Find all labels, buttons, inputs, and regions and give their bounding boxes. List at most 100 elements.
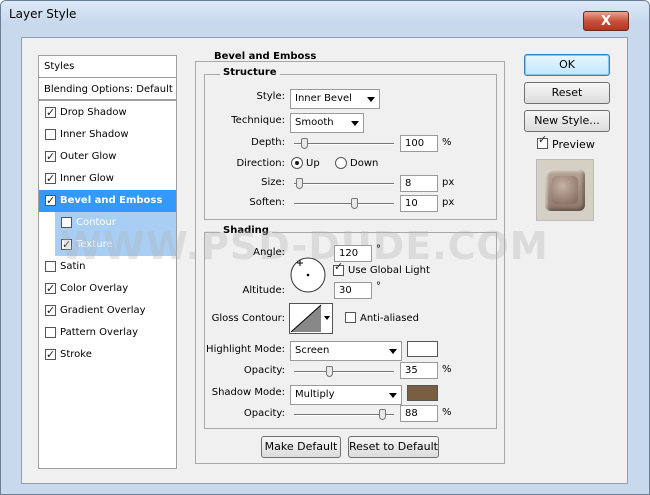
checkbox-icon[interactable] [45,344,56,366]
preview-swatch [545,169,585,211]
use-global-light-label: Use Global Light [348,265,430,276]
ok-button[interactable]: OK [524,54,610,76]
close-button[interactable]: X [583,11,629,31]
preview-checkbox[interactable] [537,133,548,149]
soften-input[interactable]: 10 [400,195,438,212]
style-item-bevel-and-emboss[interactable]: Bevel and Emboss [39,190,176,212]
make-default-button[interactable]: Make Default [261,436,341,458]
anti-aliased-checkbox[interactable] [345,312,356,323]
highlight-mode-select[interactable]: Screen [290,341,402,361]
style-select[interactable]: Inner Bevel [290,89,380,109]
soften-unit: px [442,197,455,208]
angle-unit: ° [376,244,381,255]
style-item-stroke[interactable]: Stroke [39,344,176,366]
gloss-contour-label: Gloss Contour: [211,313,285,324]
highlight-opacity-track[interactable] [294,371,394,373]
shadow-opacity-unit: % [442,407,452,418]
direction-down-radio[interactable] [335,157,347,169]
style-item-label: Inner Shadow [60,129,129,140]
direction-up-radio[interactable] [291,157,303,169]
depth-slider-track[interactable] [294,143,394,145]
highlight-color-swatch[interactable] [407,341,438,357]
checkbox-icon[interactable] [45,168,56,190]
checkbox-icon[interactable] [45,190,56,212]
style-item-color-overlay[interactable]: Color Overlay [39,278,176,300]
style-item-contour[interactable]: Contour [55,212,176,234]
reset-to-default-button[interactable]: Reset to Default [348,436,439,458]
style-item-label: Pattern Overlay [60,327,139,338]
angle-dial-icon[interactable] [289,256,327,294]
highlight-opacity-unit: % [442,364,452,375]
gloss-contour-picker[interactable] [289,303,333,334]
style-item-satin[interactable]: Satin [39,256,176,278]
checkbox-icon[interactable] [45,146,56,168]
direction-down-label: Down [350,158,379,169]
shading-title: Shading [220,225,272,236]
chevron-down-icon [367,97,375,102]
soften-label: Soften: [249,197,285,208]
angle-label: Angle: [253,247,285,258]
size-unit: px [442,177,455,188]
altitude-input[interactable]: 30 [334,282,372,299]
style-item-label: Contour [76,217,116,228]
checkbox-icon[interactable] [45,102,56,124]
highlight-opacity-label: Opacity: [243,365,285,376]
direction-label: Direction: [236,158,285,169]
technique-select[interactable]: Smooth [290,113,364,133]
style-item-texture[interactable]: Texture [55,234,176,256]
styles-list: Styles Blending Options: Default Drop Sh… [38,55,177,469]
style-item-inner-glow[interactable]: Inner Glow [39,168,176,190]
soften-slider-thumb[interactable] [351,198,358,209]
window-title: Layer Style [9,7,77,21]
reset-button[interactable]: Reset [524,82,610,104]
shadow-mode-select[interactable]: Multiply [290,385,402,405]
shadow-opacity-input[interactable]: 88 [400,405,438,422]
preview-label: Preview [552,138,595,151]
style-item-label: Texture [76,239,113,250]
blending-options-label: Blending Options: Default [44,84,173,95]
checkbox-icon[interactable] [45,300,56,322]
style-item-inner-shadow[interactable]: Inner Shadow [39,124,176,146]
checkbox-icon[interactable] [45,261,56,272]
checkbox-icon[interactable] [61,217,72,228]
close-icon: X [600,14,612,29]
new-style-button[interactable]: New Style... [524,110,610,132]
blending-options-item[interactable]: Blending Options: Default [39,79,176,101]
shadow-opacity-label: Opacity: [243,408,285,419]
styles-header[interactable]: Styles [39,56,176,78]
style-item-label: Satin [60,261,86,272]
style-item-label: Gradient Overlay [60,305,146,316]
checkbox-icon[interactable] [45,327,56,338]
depth-unit: % [442,137,452,148]
shadow-opacity-thumb[interactable] [379,409,386,420]
checkbox-icon[interactable] [45,129,56,140]
depth-slider-thumb[interactable] [301,138,308,149]
altitude-label: Altitude: [242,285,285,296]
style-item-label: Bevel and Emboss [60,195,163,206]
highlight-opacity-input[interactable]: 35 [400,362,438,379]
direction-up-label: Up [306,158,320,169]
size-slider-thumb[interactable] [296,178,303,189]
checkbox-icon[interactable] [45,278,56,300]
title-bar[interactable]: Layer Style X [1,1,649,31]
size-slider-track[interactable] [294,183,394,185]
style-item-gradient-overlay[interactable]: Gradient Overlay [39,300,176,322]
contour-curve-icon [290,304,322,333]
style-item-drop-shadow[interactable]: Drop Shadow [39,102,176,124]
checkbox-icon[interactable] [61,234,72,256]
style-item-pattern-overlay[interactable]: Pattern Overlay [39,322,176,344]
size-input[interactable]: 8 [400,175,438,192]
use-global-light-checkbox[interactable] [333,260,344,276]
technique-label: Technique: [231,115,285,126]
style-item-outer-glow[interactable]: Outer Glow [39,146,176,168]
shadow-color-swatch[interactable] [407,385,438,401]
chevron-down-icon [324,316,330,320]
highlight-opacity-thumb[interactable] [326,366,333,377]
style-item-label: Color Overlay [60,283,129,294]
style-item-label: Outer Glow [60,151,117,162]
depth-input[interactable]: 100 [400,135,438,152]
altitude-unit: ° [376,281,381,292]
soften-slider-track[interactable] [294,203,394,205]
highlight-mode-value: Screen [295,345,330,356]
anti-aliased-label: Anti-aliased [360,313,420,324]
